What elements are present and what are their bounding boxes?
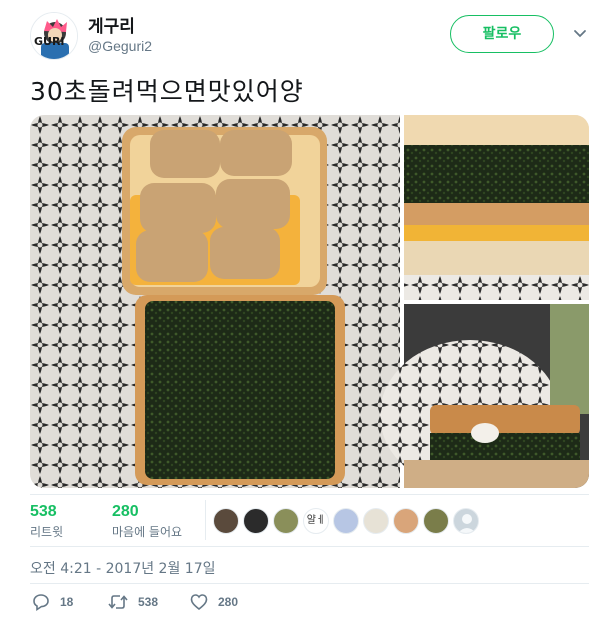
divider-bottom — [30, 583, 589, 584]
gamer-avatar-icon: GURI — [31, 13, 77, 59]
reply-button[interactable]: 18 — [32, 592, 73, 612]
open-sandwich-image[interactable] — [30, 115, 400, 488]
like-action-count: 280 — [218, 595, 239, 609]
user-avatar[interactable]: GURI — [30, 12, 78, 60]
liker-avatar-3[interactable] — [273, 508, 299, 534]
retweet-icon — [108, 595, 128, 609]
retweet-count[interactable]: 538 — [30, 503, 57, 521]
retweet-button[interactable]: 538 — [108, 592, 158, 612]
liker-avatar-1[interactable] — [213, 508, 239, 534]
like-label[interactable]: 마음에 들어요 — [112, 523, 182, 540]
like-count[interactable]: 280 — [112, 503, 139, 521]
stats-divider — [205, 500, 206, 540]
tweet-timestamp[interactable]: 오전 4:21 - 2017년 2월 17일 — [30, 558, 216, 578]
tweet-card: GURI 게구리 @Geguri2 팔로우 30초돌려먹으면맛있어양 538 리… — [0, 0, 611, 630]
retweet-label[interactable]: 리트윗 — [30, 523, 63, 540]
like-button[interactable]: 280 — [190, 592, 238, 612]
svg-text:GURI: GURI — [34, 35, 65, 48]
divider-middle — [30, 546, 589, 547]
sandwich-side-view-image[interactable] — [404, 115, 589, 300]
liker-avatar-2[interactable] — [243, 508, 269, 534]
liker-avatar-4[interactable]: 얄ㅔ — [303, 508, 329, 534]
liker-avatar-5[interactable] — [333, 508, 359, 534]
follow-button[interactable]: 팔로우 — [450, 15, 554, 53]
reply-icon — [33, 594, 49, 611]
reply-count: 18 — [60, 595, 74, 609]
liker-avatar-6[interactable] — [363, 508, 389, 534]
divider-top — [30, 494, 589, 495]
user-handle[interactable]: @Geguri2 — [88, 38, 152, 54]
heart-icon — [190, 594, 208, 611]
user-name[interactable]: 게구리 — [88, 12, 135, 37]
chevron-down-icon[interactable] — [573, 26, 587, 40]
liker-avatar-7[interactable] — [393, 508, 419, 534]
bitten-sandwich-image[interactable] — [380, 304, 589, 488]
default-egg-avatar[interactable] — [453, 508, 479, 534]
tweet-text: 30초돌려먹으면맛있어양 — [30, 77, 304, 106]
liker-avatar-8[interactable] — [423, 508, 449, 534]
tweet-media[interactable] — [30, 115, 589, 488]
retweet-action-count: 538 — [138, 595, 159, 609]
